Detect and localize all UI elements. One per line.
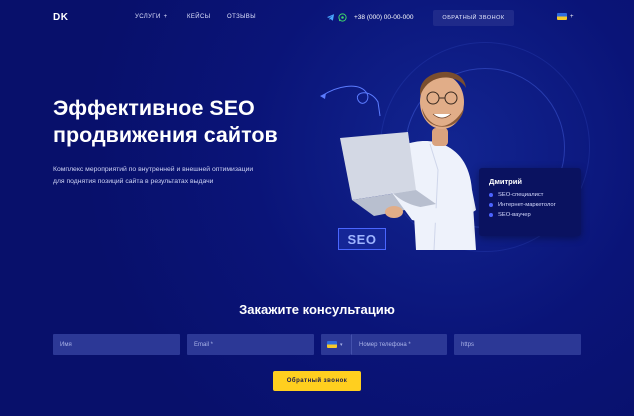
website-field[interactable]: https	[454, 334, 581, 355]
phone-field[interactable]: Номер телефона *	[351, 334, 447, 355]
callback-button[interactable]: Обратный звонок	[433, 10, 514, 26]
ukraine-flag-icon	[327, 341, 337, 348]
specialist-role-label: Интернет-маркетолог	[498, 202, 556, 208]
nav-cases[interactable]: Кейсы	[187, 14, 210, 20]
form-title: Закажите консультацию	[239, 302, 395, 317]
bullet-icon	[489, 203, 493, 207]
submit-callback-button[interactable]: Обратный звонок	[273, 371, 361, 391]
nav-reviews[interactable]: Отзывы	[227, 14, 256, 20]
bullet-icon	[489, 213, 493, 217]
seo-badge: SEO	[338, 228, 386, 250]
plus-icon: +	[570, 13, 574, 20]
nav-services-label: Услуги	[135, 14, 161, 20]
whatsapp-icon[interactable]	[338, 13, 347, 22]
logo[interactable]: DK	[53, 12, 68, 23]
country-code-select[interactable]: ▾	[321, 334, 351, 355]
specialist-card: Дмитрий SEO-специалист Интернет-маркетол…	[479, 168, 581, 236]
specialist-photo	[340, 71, 476, 250]
telegram-icon[interactable]	[326, 13, 335, 22]
phone-number[interactable]: +38 (000) 00-00-000	[354, 14, 413, 21]
specialist-role: Интернет-маркетолог	[489, 202, 571, 208]
ukraine-flag-icon	[557, 13, 567, 20]
specialist-role: SEO-ваучер	[489, 212, 571, 218]
specialist-name: Дмитрий	[489, 177, 522, 186]
nav-services[interactable]: Услуги +	[135, 14, 168, 20]
plus-icon: +	[163, 14, 168, 20]
bullet-icon	[489, 193, 493, 197]
specialist-role-label: SEO-специалист	[498, 192, 544, 198]
email-field[interactable]: Email *	[187, 334, 314, 355]
name-field[interactable]: Имя	[53, 334, 180, 355]
chevron-down-icon: ▾	[340, 341, 343, 348]
language-selector[interactable]: +	[557, 13, 574, 20]
landing-page: DK Услуги + Кейсы Отзывы +38 (000) 00-00-…	[0, 0, 634, 416]
hero-title: Эффективное SEO продвижения сайтов	[53, 96, 278, 147]
specialist-role: SEO-специалист	[489, 192, 571, 198]
hero-description: Комплекс мероприятий по внутренней и вне…	[53, 166, 254, 185]
specialist-role-label: SEO-ваучер	[498, 212, 531, 218]
